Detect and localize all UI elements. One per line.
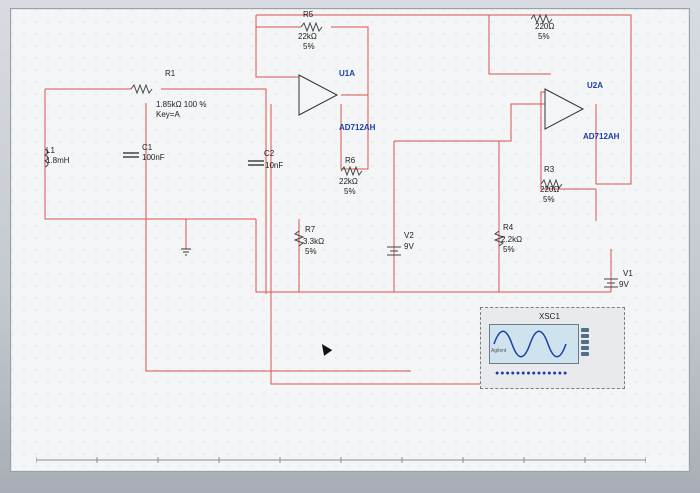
v1-name: V1	[623, 269, 633, 278]
bottom-ruler	[36, 457, 646, 463]
r7-tolerance: 5%	[305, 247, 317, 256]
c2-name: C2	[264, 149, 275, 158]
l1-name: L1	[46, 146, 55, 155]
r1-key: Key=A	[156, 110, 180, 119]
r6-name: R6	[345, 156, 356, 165]
u1a-part: AD712AH	[339, 123, 376, 132]
c2-value: 10nF	[265, 161, 284, 170]
oscilloscope-xsc1[interactable]: XSC1 Agilent ●●●●●●●●●●●●●●	[480, 307, 625, 389]
r3-value: 220Ω	[540, 185, 560, 194]
l1-value: 1.8mH	[46, 156, 70, 165]
r4-value: 2.2kΩ	[501, 235, 523, 244]
r1-name: R1	[165, 69, 176, 78]
v1-value: 9V	[619, 280, 629, 289]
sine-wave-icon	[493, 330, 567, 358]
r4-tolerance: 5%	[503, 245, 515, 254]
c1-value: 100nF	[142, 153, 165, 162]
r7-value: 3.3kΩ	[303, 237, 325, 246]
schematic-canvas	[11, 9, 689, 471]
v2-value: 9V	[404, 242, 414, 251]
scope-terminals[interactable]: ●●●●●●●●●●●●●●	[495, 370, 568, 377]
r7-name: R7	[305, 225, 316, 234]
scope-brand: Agilent	[491, 348, 507, 354]
scope-controls[interactable]	[581, 326, 617, 366]
xsc1-name: XSC1	[539, 312, 560, 321]
r3-name: R3	[544, 165, 555, 174]
r5-name: R5	[303, 10, 314, 19]
r3-tolerance: 5%	[543, 195, 555, 204]
schematic-workspace[interactable]: R5 22kΩ 5% 220Ω 5% R1 1.85kΩ 100 % Key=A…	[10, 8, 690, 472]
u2a-part: AD712AH	[583, 132, 620, 141]
r5-value: 22kΩ	[298, 32, 317, 41]
u2a-name: U2A	[587, 81, 604, 90]
u1a-name: U1A	[339, 69, 356, 78]
r2-tolerance: 5%	[538, 32, 550, 41]
r5-tolerance: 5%	[303, 42, 315, 51]
r4-name: R4	[503, 223, 514, 232]
c1-name: C1	[142, 143, 153, 152]
r6-value: 22kΩ	[339, 177, 358, 186]
r6-tolerance: 5%	[344, 187, 356, 196]
scope-screen	[489, 324, 579, 364]
r1-value: 1.85kΩ 100 %	[156, 100, 207, 109]
v2-name: V2	[404, 231, 414, 240]
r2-value: 220Ω	[535, 22, 555, 31]
